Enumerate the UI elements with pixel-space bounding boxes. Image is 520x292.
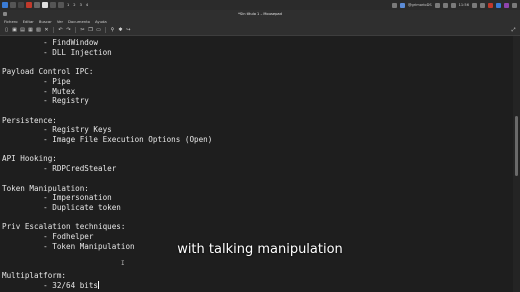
clock[interactable]: 11:56: [459, 3, 469, 7]
notification-icon[interactable]: [442, 2, 448, 8]
menu-ayuda[interactable]: Ayuda: [95, 19, 107, 24]
menu-fichero[interactable]: Fichero: [4, 19, 18, 24]
bluetooth-icon[interactable]: [496, 2, 501, 8]
window-icon[interactable]: [58, 2, 64, 8]
editor-icon[interactable]: [34, 2, 40, 8]
search-replace-icon[interactable]: ✱: [118, 27, 123, 33]
workspace-4[interactable]: 4: [86, 3, 88, 7]
editor-line[interactable]: - DLL Injection: [2, 48, 112, 57]
editor-line[interactable]: - 32/64 bits: [2, 281, 98, 290]
fullscreen-icon[interactable]: ⤢: [511, 28, 516, 33]
system-panel: 1 2 3 4 @grimorioDS 11:56: [0, 0, 520, 10]
copy-icon[interactable]: ❐: [88, 27, 93, 33]
new-window-icon[interactable]: ▣: [12, 27, 17, 33]
editor-line[interactable]: - Impersonation: [2, 193, 112, 202]
app-tray-icon[interactable]: [504, 2, 509, 8]
lock-icon[interactable]: [472, 2, 477, 8]
editor-line[interactable]: - Pipe: [2, 77, 70, 86]
editor-line[interactable]: Token Manipulation:: [2, 184, 89, 193]
menu-ver[interactable]: Ver: [57, 19, 63, 24]
goto-icon[interactable]: ↪: [126, 27, 131, 33]
toolbar: ▯ ▣ ▤ ▦ ▧ ✕ ↶ ↷ ✂ ❐ ▭ ⚲ ✱ ↪ ⤢: [0, 25, 520, 36]
toolbar-separator: [105, 27, 106, 33]
scrollbar-thumb[interactable]: [515, 116, 518, 176]
new-document-icon[interactable]: ▯: [4, 27, 9, 33]
browser-icon[interactable]: [26, 2, 32, 8]
window-title: *Sin título 1 – Mousepad: [238, 12, 282, 16]
redo-icon[interactable]: ↷: [66, 27, 71, 33]
menu-buscar[interactable]: Buscar: [39, 19, 52, 24]
editor-line[interactable]: Persistence:: [2, 116, 57, 125]
search-icon[interactable]: ⚲: [110, 27, 115, 33]
editor-line[interactable]: - Registry: [2, 96, 89, 105]
power-icon[interactable]: [480, 2, 485, 8]
active-window-icon[interactable]: [42, 2, 48, 8]
close-icon[interactable]: ✕: [44, 27, 49, 33]
network-icon[interactable]: [391, 2, 397, 8]
cut-icon[interactable]: ✂: [80, 27, 85, 33]
editor-line[interactable]: - RDPCredStealer: [2, 164, 116, 173]
save-icon[interactable]: ▦: [28, 27, 33, 33]
editor-line[interactable]: Payload Control IPC:: [2, 67, 93, 76]
editor-line[interactable]: API Hooking:: [2, 154, 57, 163]
app-menu-icon[interactable]: [2, 2, 8, 8]
editor-line[interactable]: - Duplicate token: [2, 203, 121, 212]
mousepad-icon: [3, 12, 7, 16]
open-icon[interactable]: ▤: [20, 27, 25, 33]
user-label[interactable]: @grimorioDS: [408, 3, 432, 7]
workspace-3[interactable]: 3: [80, 3, 82, 7]
record-icon[interactable]: [488, 2, 493, 8]
terminal-icon[interactable]: [10, 2, 16, 8]
workspace-1[interactable]: 1: [67, 3, 69, 7]
save-as-icon[interactable]: ▧: [36, 27, 41, 33]
undo-icon[interactable]: ↶: [58, 27, 63, 33]
video-caption: with talking manipulation: [177, 242, 343, 257]
paste-icon[interactable]: ▭: [96, 27, 101, 33]
workspace-2[interactable]: 2: [73, 3, 75, 7]
text-cursor: [98, 280, 100, 289]
toolbar-separator: [75, 27, 76, 33]
editor-line[interactable]: Priv Escalation techniques:: [2, 222, 125, 231]
editor-line[interactable]: - Mutex: [2, 87, 75, 96]
menu-editar[interactable]: Editar: [23, 19, 34, 24]
battery-icon[interactable]: [450, 2, 456, 8]
toolbar-separator: [53, 27, 54, 33]
editor-line[interactable]: - FindWindow: [2, 38, 98, 47]
window-titlebar[interactable]: *Sin título 1 – Mousepad: [0, 10, 520, 18]
menu-documento[interactable]: Documento: [68, 19, 90, 24]
vpn-icon[interactable]: [399, 2, 405, 8]
window-icon[interactable]: [50, 2, 56, 8]
editor-line[interactable]: - Registry Keys: [2, 125, 112, 134]
menu-bar: Fichero Editar Buscar Ver Documento Ayud…: [0, 18, 520, 25]
mouse-pointer-icon: I: [121, 260, 125, 267]
editor-line[interactable]: Multiplatform:: [2, 271, 66, 280]
editor-line[interactable]: - Fodhelper: [2, 232, 93, 241]
volume-icon[interactable]: [434, 2, 440, 8]
desktop-screen: 1 2 3 4 @grimorioDS 11:56 *Sin título 1 …: [0, 0, 520, 292]
files-icon[interactable]: [18, 2, 24, 8]
editor-line[interactable]: - Image File Execution Options (Open): [2, 135, 212, 144]
tray-icon[interactable]: [512, 2, 517, 8]
